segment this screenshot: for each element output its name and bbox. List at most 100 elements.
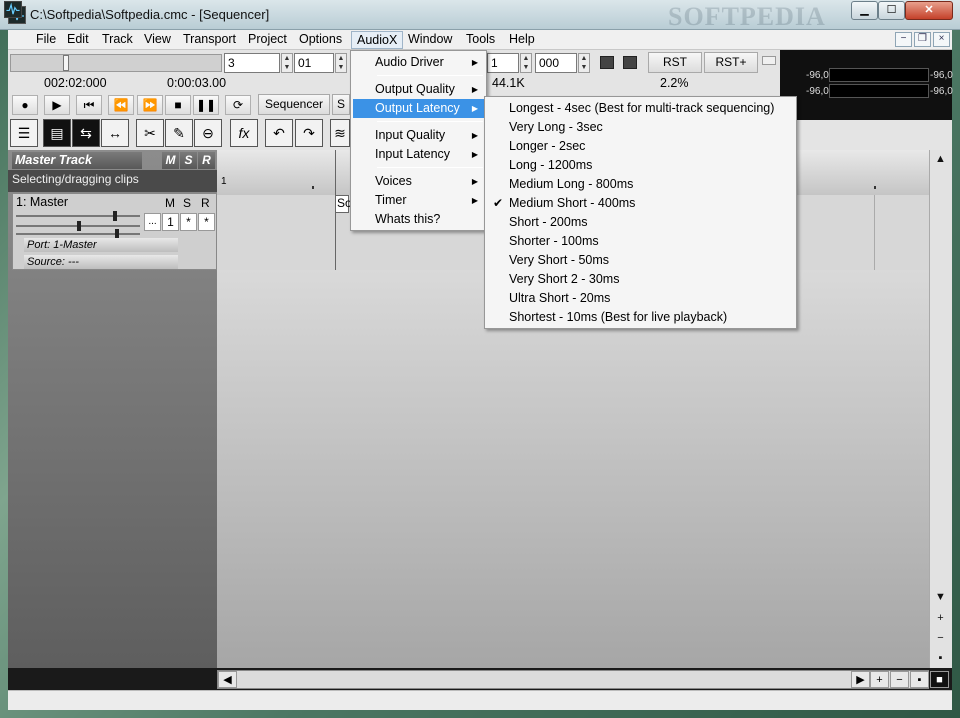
maximize-button[interactable]: ☐: [878, 1, 905, 20]
move-tool-icon[interactable]: ⇆: [72, 119, 100, 147]
mdi-close-button[interactable]: ×: [933, 32, 950, 47]
zoom-in-h-icon[interactable]: +: [870, 671, 889, 688]
play-led-icon[interactable]: [623, 56, 637, 69]
menu-tools[interactable]: Tools: [461, 31, 500, 49]
stop-button[interactable]: ■: [165, 95, 191, 115]
menu-project[interactable]: Project: [243, 31, 292, 49]
tick-field[interactable]: 000: [535, 53, 577, 73]
position-slider[interactable]: [10, 54, 222, 72]
track-star-a[interactable]: *: [180, 213, 197, 231]
menuitem-output-quality[interactable]: Output Quality ▶: [353, 80, 484, 99]
track-solo-button[interactable]: S: [183, 196, 191, 210]
minimize-button[interactable]: ▁: [851, 1, 878, 20]
track-port[interactable]: Port: 1-Master: [24, 238, 178, 252]
zoom-fit-v-icon[interactable]: ▪: [932, 651, 949, 667]
loop-button[interactable]: ⟳: [225, 95, 251, 115]
master-record-button[interactable]: R: [198, 152, 215, 169]
tempo-spinner[interactable]: ▲ ▼: [520, 53, 532, 73]
track-record-button[interactable]: R: [201, 196, 210, 210]
track-name[interactable]: 1: Master: [16, 195, 68, 209]
latency-option[interactable]: Short - 200ms: [487, 213, 794, 232]
scroll-down-icon[interactable]: ▼: [932, 590, 949, 606]
mute-tool-icon[interactable]: ⊖: [194, 119, 222, 147]
menu-edit[interactable]: Edit: [62, 31, 94, 49]
pan-thumb[interactable]: [77, 221, 81, 231]
track-mute-button[interactable]: M: [165, 196, 175, 210]
latency-option[interactable]: Very Long - 3sec: [487, 118, 794, 137]
menuitem-audio-driver[interactable]: Audio Driver ▶: [353, 53, 484, 72]
horizontal-scrollbar[interactable]: [217, 670, 929, 689]
play-button[interactable]: ▶: [44, 95, 70, 115]
mdi-restore-button[interactable]: ❐: [914, 32, 931, 47]
menu-help[interactable]: Help: [504, 31, 540, 49]
undo-icon[interactable]: ↶: [265, 119, 293, 147]
zoom-in-v-icon[interactable]: +: [932, 611, 949, 627]
latency-option[interactable]: Shortest - 10ms (Best for live playback): [487, 308, 794, 327]
beat-field[interactable]: 01: [294, 53, 334, 73]
latency-option[interactable]: Shorter - 100ms: [487, 232, 794, 251]
track-options-button[interactable]: ...: [144, 213, 161, 231]
menu-track[interactable]: Track: [97, 31, 138, 49]
menu-window[interactable]: Window: [403, 31, 457, 49]
clip-label[interactable]: So: [335, 195, 352, 213]
menu-view[interactable]: View: [139, 31, 176, 49]
latency-option[interactable]: Very Short - 50ms: [487, 251, 794, 270]
redo-icon[interactable]: ↷: [295, 119, 323, 147]
list-view-icon[interactable]: ☰: [10, 119, 38, 147]
menu-audiox[interactable]: AudioX: [351, 31, 404, 49]
mini-toggle[interactable]: [762, 56, 776, 65]
tick-spinner[interactable]: ▲ ▼: [578, 53, 590, 73]
draw-tool-icon[interactable]: ✎: [165, 119, 193, 147]
menuitem-input-quality[interactable]: Input Quality ▶: [353, 126, 484, 145]
menuitem-voices[interactable]: Voices ▶: [353, 172, 484, 191]
tempo-field[interactable]: 1: [487, 53, 519, 73]
volume-slider[interactable]: [16, 215, 140, 217]
scroll-up-icon[interactable]: ▲: [932, 152, 949, 168]
stretch-tool-icon[interactable]: ↔: [101, 119, 129, 147]
bar-spinner[interactable]: ▲ ▼: [281, 53, 293, 73]
close-button[interactable]: ✕: [905, 1, 953, 20]
mdi-minimize-button[interactable]: −: [895, 32, 912, 47]
arrangement-area[interactable]: [217, 270, 929, 668]
latency-option-checked[interactable]: ✔ Medium Short - 400ms: [487, 194, 794, 213]
menuitem-input-latency[interactable]: Input Latency ▶: [353, 145, 484, 164]
latency-option[interactable]: Very Short 2 - 30ms: [487, 270, 794, 289]
document-icon[interactable]: [4, 1, 22, 18]
scroll-right-icon[interactable]: ▶: [851, 671, 870, 688]
rst-plus-button[interactable]: RST+: [704, 52, 758, 73]
scroll-left-icon[interactable]: ◀: [218, 671, 237, 688]
record-button[interactable]: ●: [12, 95, 38, 115]
menuitem-whats-this[interactable]: Whats this?: [353, 210, 484, 229]
zoom-fit-h-icon[interactable]: ▪: [910, 671, 929, 688]
slider-thumb[interactable]: [63, 55, 69, 71]
select-tool-icon[interactable]: ▤: [43, 119, 71, 147]
latency-option[interactable]: Ultra Short - 20ms: [487, 289, 794, 308]
rst-button[interactable]: RST: [648, 52, 702, 73]
zoom-out-v-icon[interactable]: −: [932, 631, 949, 647]
tab-sequencer[interactable]: Sequencer: [258, 94, 330, 115]
volume-thumb[interactable]: [113, 211, 117, 221]
menu-transport[interactable]: Transport: [178, 31, 241, 49]
latency-option[interactable]: Medium Long - 800ms: [487, 175, 794, 194]
rewind-start-button[interactable]: ⏮: [76, 95, 102, 115]
master-solo-button[interactable]: S: [180, 152, 197, 169]
latency-option[interactable]: Longer - 2sec: [487, 137, 794, 156]
waveform-icon[interactable]: ≋: [330, 119, 350, 147]
latency-option[interactable]: Long - 1200ms: [487, 156, 794, 175]
menu-options[interactable]: Options: [294, 31, 347, 49]
record-led-icon[interactable]: [600, 56, 614, 69]
tab-second[interactable]: S: [332, 94, 350, 115]
fx-icon[interactable]: fx: [230, 119, 258, 147]
pause-button[interactable]: ❚❚: [193, 95, 219, 115]
bar-field[interactable]: 3: [224, 53, 280, 73]
fast-forward-button[interactable]: ⏩: [137, 95, 163, 115]
menuitem-timer[interactable]: Timer ▶: [353, 191, 484, 210]
latency-option[interactable]: Longest - 4sec (Best for multi-track seq…: [487, 99, 794, 118]
menuitem-output-latency[interactable]: Output Latency ▶: [353, 99, 484, 118]
master-mute-button[interactable]: M: [162, 152, 179, 169]
zoom-out-h-icon[interactable]: −: [890, 671, 909, 688]
scissors-icon[interactable]: ✂: [136, 119, 164, 147]
menu-file[interactable]: File: [31, 31, 61, 49]
beat-spinner[interactable]: ▲ ▼: [335, 53, 347, 73]
corner-icon[interactable]: ■: [930, 671, 949, 688]
